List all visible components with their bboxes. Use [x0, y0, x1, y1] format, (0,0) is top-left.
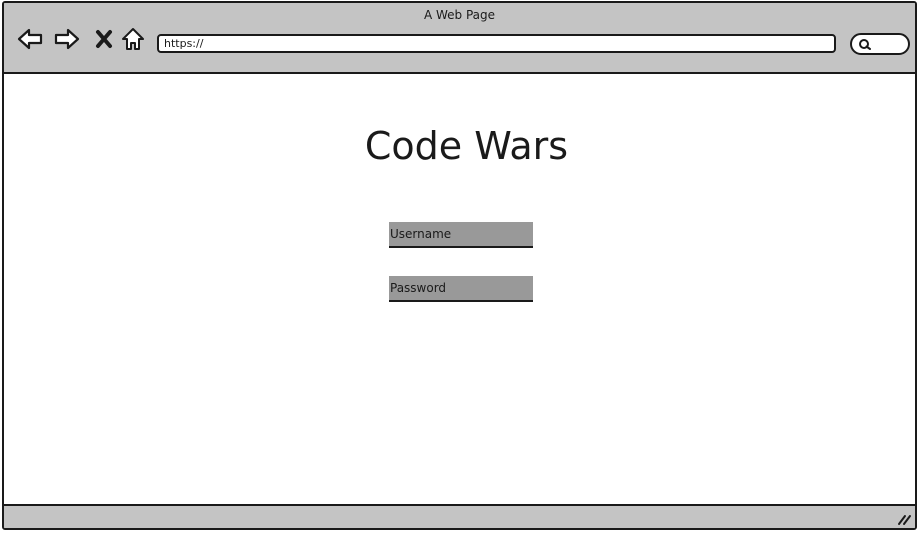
- password-field[interactable]: [389, 276, 533, 302]
- close-icon: [96, 30, 112, 48]
- stop-button[interactable]: [90, 25, 118, 53]
- window-title: A Web Page: [423, 8, 496, 22]
- username-field[interactable]: [389, 222, 533, 248]
- back-arrow-icon: [17, 28, 43, 50]
- back-button[interactable]: [16, 25, 44, 53]
- page-title: Code Wars: [364, 124, 569, 168]
- forward-button[interactable]: [53, 25, 81, 53]
- status-bar: [4, 504, 915, 528]
- home-icon: [122, 28, 144, 50]
- resize-grip-icon[interactable]: [896, 512, 912, 526]
- home-button[interactable]: [119, 25, 147, 53]
- forward-arrow-icon: [54, 28, 80, 50]
- address-bar[interactable]: https://: [157, 34, 836, 53]
- search-icon: [859, 39, 871, 50]
- search-button[interactable]: [850, 33, 910, 55]
- browser-toolbar: A Web Page https://: [4, 3, 915, 74]
- page-content: Code Wars: [4, 74, 915, 506]
- browser-window: A Web Page https:// Code Wars Username: [2, 1, 917, 530]
